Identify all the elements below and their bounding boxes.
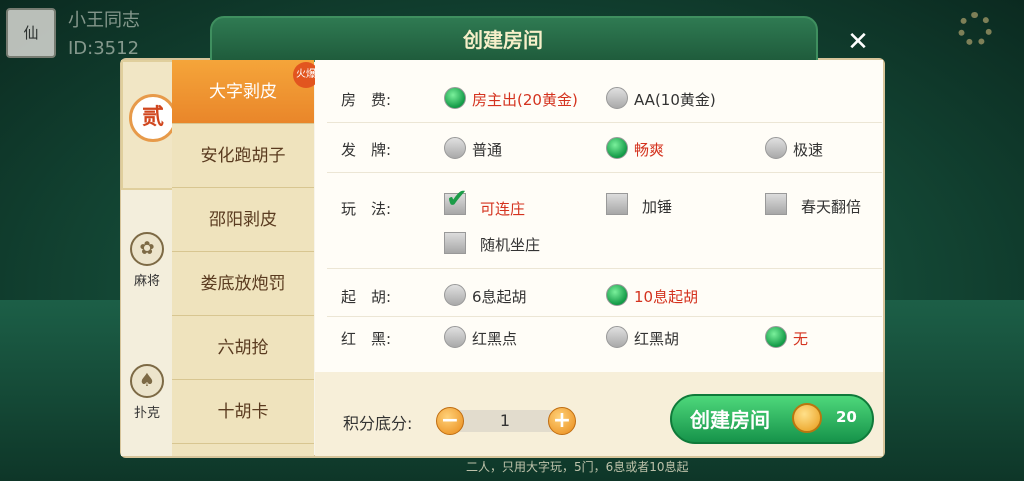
deal-fast-option[interactable]: 极速 (793, 139, 823, 160)
deal-smooth-radio[interactable] (606, 137, 628, 159)
redblack-none-radio[interactable] (765, 326, 787, 348)
avatar[interactable]: 仙 (6, 8, 56, 58)
hu-label: 起 胡: (341, 288, 392, 306)
gold-coin-icon (792, 403, 822, 433)
redblack-hu-option[interactable]: 红黑胡 (634, 328, 679, 349)
score-label: 积分底分: (343, 414, 413, 433)
game-tab-dazibopi[interactable]: 大字剥皮 (172, 60, 314, 124)
user-id: ID:3512 (68, 38, 140, 59)
deal-fast-radio[interactable] (765, 137, 787, 159)
redblack-hu-radio[interactable] (606, 326, 628, 348)
rule-hint: 二人，只用大字玩，5门，6息或者10息起 (466, 460, 689, 474)
fee-label: 房 费: (341, 91, 392, 109)
fee-owner-option[interactable]: 房主出(20黄金) (472, 89, 578, 110)
lianzhuang-option[interactable]: 可连庄 (480, 198, 525, 219)
hu-6-radio[interactable] (444, 284, 466, 306)
deal-normal-radio[interactable] (444, 137, 466, 159)
create-cost: 20 (836, 408, 857, 426)
mahjong-icon: ✿ (130, 232, 164, 266)
deal-smooth-option[interactable]: 畅爽 (634, 139, 664, 160)
random-seat-option[interactable]: 随机坐庄 (480, 234, 540, 255)
deal-normal-option[interactable]: 普通 (472, 139, 502, 160)
category-mahjong[interactable]: ✿ 麻将 (121, 232, 173, 289)
jiachui-checkbox[interactable] (606, 193, 628, 215)
hu-10-radio[interactable] (606, 284, 628, 306)
deal-label: 发 牌: (341, 141, 392, 159)
dialog-title: 创建房间 (463, 28, 543, 52)
spring-double-checkbox[interactable] (765, 193, 787, 215)
divider (327, 172, 882, 173)
gear-icon[interactable] (958, 12, 992, 46)
divider (327, 268, 882, 269)
category-label: 麻将 (133, 274, 160, 289)
fee-aa-radio[interactable] (606, 87, 628, 109)
fee-aa-option[interactable]: AA(10黄金) (634, 89, 716, 110)
divider (327, 316, 882, 317)
redblack-point-radio[interactable] (444, 326, 466, 348)
game-tab-anhua[interactable]: 安化跑胡子 (172, 124, 314, 188)
user-name: 小王同志 (68, 10, 140, 31)
spade-icon: ♠ (130, 364, 164, 398)
redblack-point-option[interactable]: 红黑点 (472, 328, 517, 349)
random-seat-checkbox[interactable] (444, 232, 466, 254)
redblack-none-option[interactable]: 无 (793, 328, 808, 349)
redblack-label: 红 黑: (341, 330, 392, 348)
hu-10-option[interactable]: 10息起胡 (634, 286, 698, 307)
create-room-label: 创建房间 (690, 408, 770, 432)
close-icon[interactable]: ✕ (846, 28, 870, 56)
plus-button[interactable]: + (548, 407, 576, 435)
game-tab-shihuka[interactable]: 十胡卡 (172, 380, 314, 444)
spring-double-option[interactable]: 春天翻倍 (801, 196, 861, 217)
hu-6-option[interactable]: 6息起胡 (472, 286, 527, 307)
divider (327, 122, 882, 123)
fee-owner-radio[interactable] (444, 87, 466, 109)
options-area (315, 60, 883, 372)
checkmark-icon: ✔ (446, 184, 468, 214)
paohuzi-badge-icon: 贰 (129, 94, 177, 142)
game-tab-liuhuqiang[interactable]: 六胡抢 (172, 316, 314, 380)
jiachui-option[interactable]: 加锤 (642, 196, 672, 217)
category-poker[interactable]: ♠ 扑克 (121, 364, 173, 421)
game-tab-shaoyang[interactable]: 邵阳剥皮 (172, 188, 314, 252)
play-label: 玩 法: (341, 200, 392, 218)
score-value: 1 (499, 411, 511, 430)
category-label: 扑克 (133, 406, 160, 421)
minus-button[interactable]: − (436, 407, 464, 435)
avatar-text: 仙 (23, 24, 39, 42)
game-tab-loudi[interactable]: 娄底放炮罚 (172, 252, 314, 316)
